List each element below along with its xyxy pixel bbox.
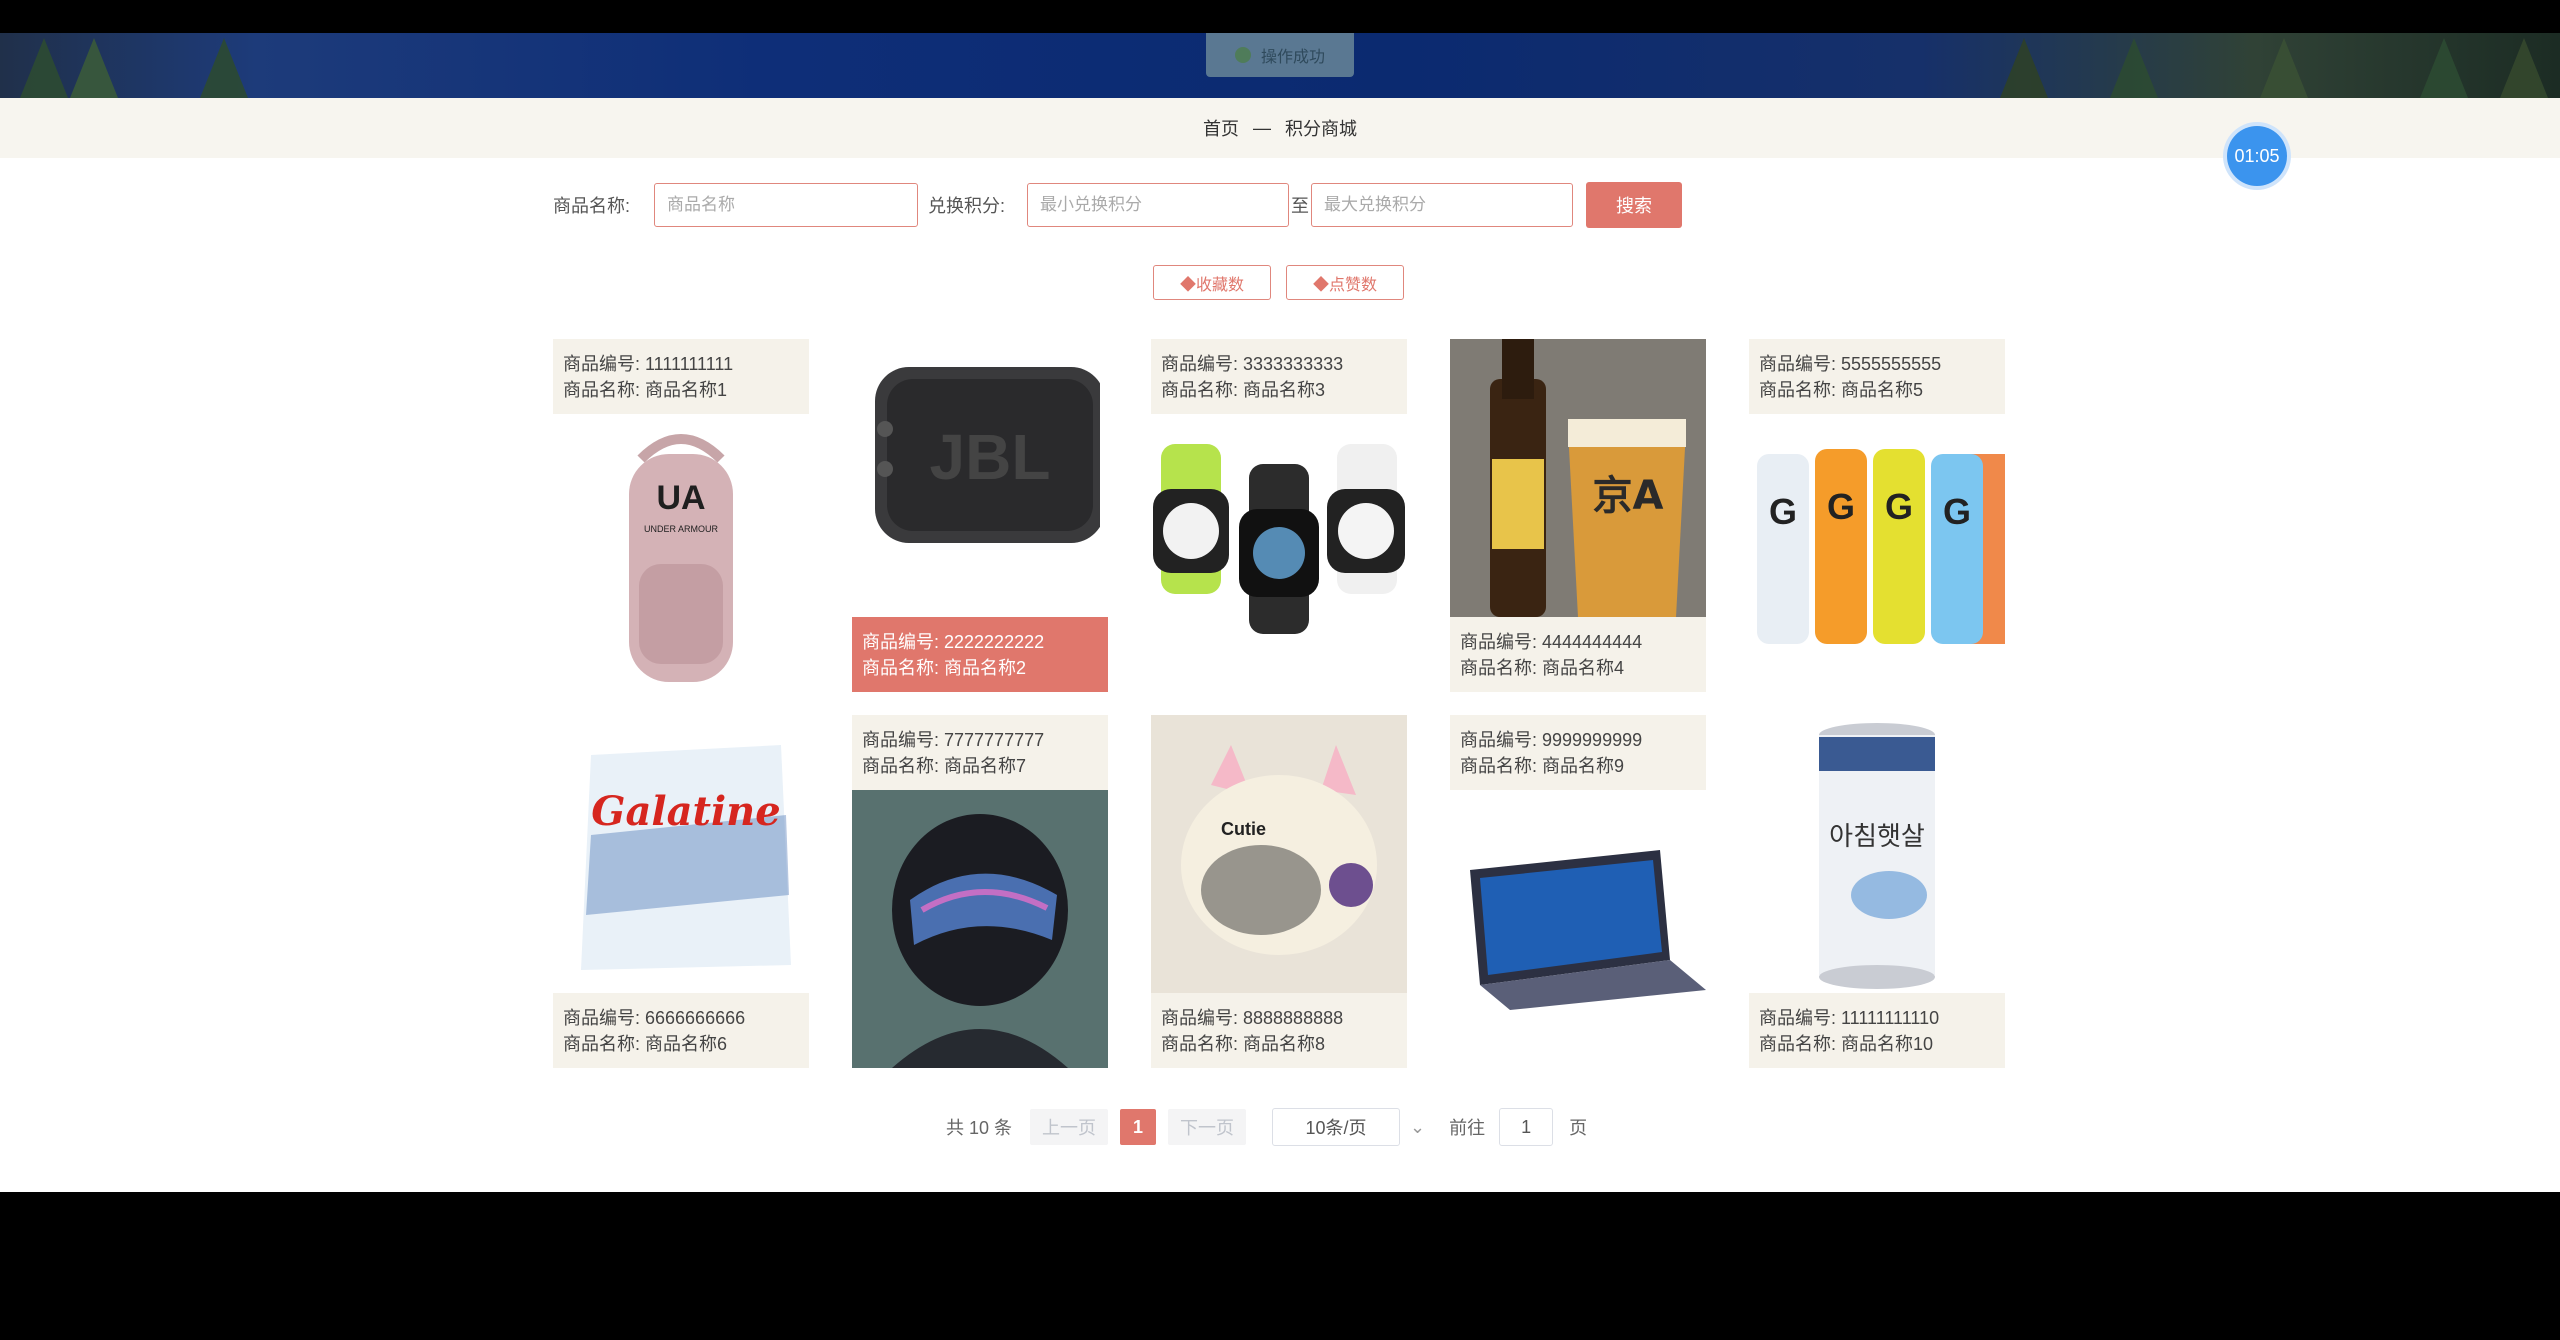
image-text: JBL	[930, 421, 1051, 493]
prev-page-button[interactable]: 上一页	[1030, 1109, 1109, 1145]
product-name: 商品名称: 商品名称10	[1759, 1034, 1934, 1054]
breadcrumb: 首页 — 积分商城	[0, 98, 2560, 158]
sort-buttons: ◆收藏数 ◆点赞数	[1153, 265, 1404, 300]
product-info: 商品编号: 8888888888 商品名称: 商品名称8	[1151, 993, 1407, 1068]
product-code: 商品编号: 2222222222	[862, 632, 1045, 652]
image-text: UNDER ARMOUR	[644, 524, 719, 534]
chevron-down-icon[interactable]: ⌄	[1410, 1117, 1425, 1138]
goto-page-input[interactable]: 1	[1499, 1108, 1554, 1146]
product-code: 商品编号: 5555555555	[1759, 354, 1942, 374]
product-card[interactable]: 商品编号: 9999999999 商品名称: 商品名称9	[1450, 715, 1706, 1068]
sort-likes-button[interactable]: ◆点赞数	[1286, 265, 1404, 300]
success-toast: 操作成功	[1206, 33, 1354, 77]
product-name: 商品名称: 商品名称2	[862, 658, 1027, 678]
product-info: 商品编号: 11111111110 商品名称: 商品名称10	[1749, 993, 2005, 1068]
product-info: 商品编号: 7777777777 商品名称: 商品名称7	[852, 715, 1108, 790]
product-image-speaker: JBL	[852, 339, 1108, 617]
svg-text:Cutie: Cutie	[1221, 819, 1266, 839]
product-card[interactable]: 京A 商品编号: 4444444444 商品名称: 商品名称4	[1450, 339, 1706, 692]
product-image-cat-helmet: Cutie	[1151, 715, 1407, 993]
timer-badge[interactable]: 01:05	[2227, 126, 2287, 186]
next-page-button[interactable]: 下一页	[1168, 1109, 1247, 1145]
product-info: 商品编号: 3333333333 商品名称: 商品名称3	[1151, 339, 1407, 414]
image-text: G	[1943, 491, 1971, 532]
image-text: G	[1769, 491, 1797, 532]
image-text: 아침햇살	[1829, 822, 1925, 852]
page-size-value: 10条/页	[1305, 1118, 1367, 1138]
product-card[interactable]: Galatine 商品编号: 6666666666 商品名称: 商品名称6	[553, 715, 809, 1068]
product-name: 商品名称: 商品名称3	[1161, 380, 1326, 400]
product-name: 商品名称: 商品名称6	[563, 1034, 728, 1054]
goto-label: 前往	[1449, 1118, 1486, 1138]
product-image-laptop	[1450, 790, 1706, 1068]
image-text: G	[1827, 486, 1855, 527]
product-code: 商品编号: 9999999999	[1460, 730, 1643, 750]
search-button[interactable]: 搜索	[1586, 182, 1683, 228]
product-image-backpack: UA UNDER ARMOUR	[553, 414, 809, 692]
search-bar: 商品名称: 兑换积分: 至 搜索	[553, 182, 1683, 228]
product-name: 商品名称: 商品名称8	[1161, 1034, 1326, 1054]
image-text: Galatine	[591, 788, 780, 835]
product-code: 商品编号: 7777777777	[862, 730, 1045, 750]
pagination: 共 10 条 上一页 1 下一页 10条/页 ⌄ 前往 1 页	[946, 1108, 1588, 1146]
product-code: 商品编号: 8888888888	[1161, 1008, 1344, 1028]
product-image-candy-bag: Galatine	[553, 715, 809, 993]
product-code: 商品编号: 11111111110	[1759, 1008, 1940, 1028]
product-card[interactable]: 商品编号: 1111111111 商品名称: 商品名称1 UA UNDER AR…	[553, 339, 809, 692]
toast-text: 操作成功	[1260, 49, 1325, 66]
breadcrumb-separator: —	[1253, 117, 1271, 138]
product-image-drink-can: 아침햇살	[1749, 715, 2005, 993]
product-card[interactable]: 商品编号: 7777777777 商品名称: 商品名称7	[852, 715, 1108, 1068]
product-image-smartwatches	[1151, 414, 1407, 692]
product-name: 商品名称: 商品名称7	[862, 756, 1027, 776]
image-text: 京A	[1593, 473, 1664, 519]
min-points-input[interactable]	[1027, 183, 1290, 227]
breadcrumb-current: 积分商城	[1285, 119, 1357, 139]
name-label: 商品名称:	[553, 196, 631, 216]
product-info: 商品编号: 2222222222 商品名称: 商品名称2	[852, 617, 1108, 692]
points-label: 兑换积分:	[928, 196, 1006, 216]
product-info: 商品编号: 9999999999 商品名称: 商品名称9	[1450, 715, 1706, 790]
product-name: 商品名称: 商品名称9	[1460, 756, 1625, 776]
product-name: 商品名称: 商品名称4	[1460, 658, 1625, 678]
product-image-beer: 京A	[1450, 339, 1706, 617]
product-name: 商品名称: 商品名称1	[563, 380, 728, 400]
image-text: G	[1885, 486, 1913, 527]
product-card[interactable]: 商品编号: 5555555555 商品名称: 商品名称5 G G G G	[1749, 339, 2005, 692]
svg-text:UA: UA	[656, 479, 705, 517]
product-code: 商品编号: 4444444444	[1460, 632, 1643, 652]
product-card[interactable]: Cutie 商品编号: 8888888888 商品名称: 商品名称8	[1151, 715, 1407, 1068]
product-name: 商品名称: 商品名称5	[1759, 380, 1924, 400]
max-points-input[interactable]	[1311, 183, 1574, 227]
product-info: 商品编号: 5555555555 商品名称: 商品名称5	[1749, 339, 2005, 414]
product-card[interactable]: 商品编号: 3333333333 商品名称: 商品名称3	[1151, 339, 1407, 692]
page-size-select[interactable]: 10条/页	[1272, 1108, 1401, 1146]
product-code: 商品编号: 3333333333	[1161, 354, 1344, 374]
product-code: 商品编号: 6666666666	[563, 1008, 746, 1028]
product-info: 商品编号: 1111111111 商品名称: 商品名称1	[553, 339, 809, 414]
page-number-current[interactable]: 1	[1120, 1109, 1157, 1145]
breadcrumb-home[interactable]: 首页	[1203, 115, 1239, 141]
product-image-helmet	[852, 790, 1108, 1068]
page-unit-label: 页	[1569, 1118, 1588, 1138]
product-info: 商品编号: 6666666666 商品名称: 商品名称6	[553, 993, 809, 1068]
product-card[interactable]: JBL 商品编号: 2222222222 商品名称: 商品名称2	[852, 339, 1108, 692]
total-count: 共 10 条	[946, 1118, 1013, 1138]
product-info: 商品编号: 4444444444 商品名称: 商品名称4	[1450, 617, 1706, 692]
check-circle-icon	[1234, 47, 1251, 63]
product-card[interactable]: 아침햇살 商品编号: 11111111110 商品名称: 商品名称10	[1749, 715, 2005, 1068]
sort-favorites-button[interactable]: ◆收藏数	[1153, 265, 1271, 300]
main-page: 首页 — 积分商城 01:05 商品名称: 兑换积分: 至 搜索 ◆收藏数 ◆点…	[0, 98, 2560, 1192]
name-input[interactable]	[654, 183, 919, 227]
product-code: 商品编号: 1111111111	[563, 354, 734, 374]
product-image-sports-drinks: G G G G	[1749, 414, 2005, 692]
range-to-label: 至	[1291, 196, 1310, 216]
